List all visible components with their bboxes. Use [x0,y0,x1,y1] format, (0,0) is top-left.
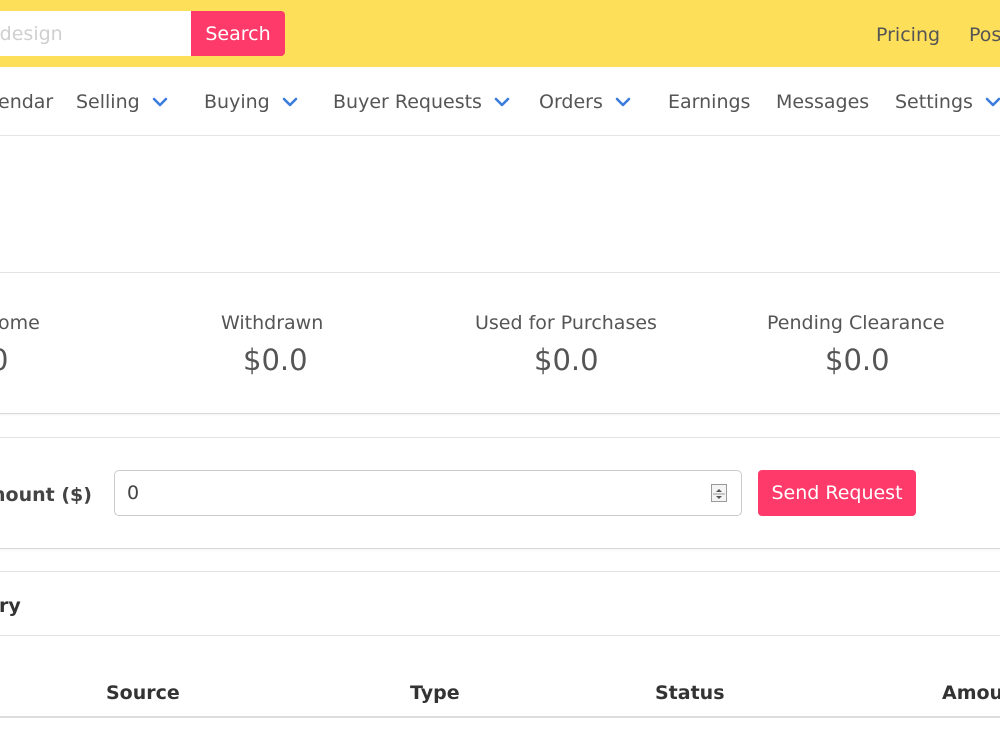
stat-label-withdrawn: Withdrawn [221,312,324,334]
nav-item-messages[interactable]: Messages [776,91,869,113]
search-input[interactable] [0,11,192,56]
stat-label-income: ome [0,312,40,334]
amount-label: nount ($) [0,484,92,506]
chevron-down-icon [615,96,631,108]
history-header-divider [0,635,1000,636]
nav-item-orders[interactable]: Orders [539,91,631,113]
nav-item-calendar[interactable]: endar [0,91,53,113]
column-header-type[interactable]: Type [410,682,460,704]
nav-item-label: Orders [539,91,603,113]
nav-item-buying[interactable]: Buying [204,91,298,113]
stat-label-pending-clearance: Pending Clearance [767,312,945,334]
pricing-link[interactable]: Pricing [876,24,940,46]
stat-value-withdrawn: $0.0 [243,343,308,377]
column-header-source[interactable]: Source [106,682,180,704]
search-button[interactable]: Search [191,11,285,56]
stat-label-used-for-purchases: Used for Purchases [475,312,657,334]
stat-value-pending-clearance: $0.0 [825,343,890,377]
number-spinner-icon[interactable] [711,484,727,502]
nav-item-label: endar [0,91,54,113]
amount-input-value: 0 [127,482,140,504]
nav-item-label: Buyer Requests [333,91,482,113]
chevron-down-icon [494,96,510,108]
nav-item-label: Settings [895,91,973,113]
history-top-divider [0,571,1000,572]
main-nav: endar Selling Buying Buyer Requests Orde… [0,67,1000,136]
stat-value-income: 0 [0,343,8,377]
nav-item-label: Messages [776,91,870,113]
nav-item-label: Selling [76,91,140,113]
top-bar: Search Pricing Pos [0,0,1000,67]
amount-input[interactable]: 0 [114,470,742,516]
chevron-down-icon [282,96,298,108]
chevron-down-icon [985,96,1000,108]
nav-item-label: Buying [204,91,270,113]
stat-value-used-for-purchases: $0.0 [534,343,599,377]
nav-item-buyer-requests[interactable]: Buyer Requests [333,91,510,113]
nav-item-settings[interactable]: Settings [895,91,1000,113]
column-header-amount[interactable]: Amou [942,682,1000,704]
nav-item-earnings[interactable]: Earnings [668,91,750,113]
post-link[interactable]: Pos [969,24,1000,46]
nav-item-selling[interactable]: Selling [76,91,168,113]
chevron-down-icon [152,96,168,108]
table-header-divider [0,716,1000,718]
send-request-button[interactable]: Send Request [758,470,916,516]
history-title: ory [0,595,21,617]
earnings-summary: ome 0 Withdrawn $0.0 Used for Purchases … [0,272,1000,414]
column-header-status[interactable]: Status [655,682,725,704]
nav-item-label: Earnings [668,91,751,113]
withdraw-form: nount ($) 0 Send Request [0,437,1000,549]
